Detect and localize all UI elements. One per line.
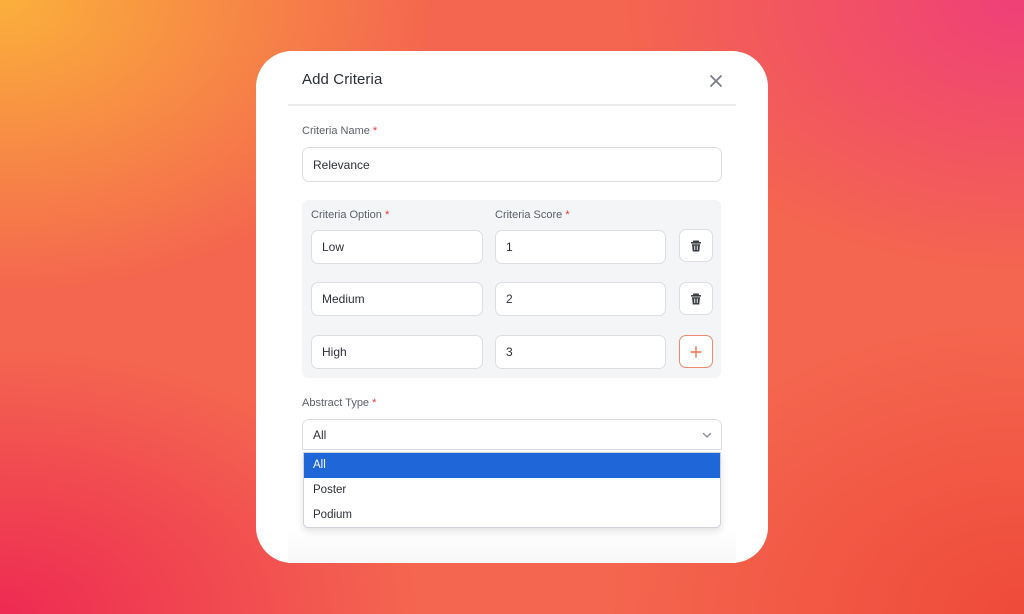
criteria-score-value: 2 bbox=[506, 292, 513, 306]
criteria-score-value: 1 bbox=[506, 240, 513, 254]
add-row-button[interactable] bbox=[679, 335, 713, 368]
dropdown-option-podium[interactable]: Podium bbox=[304, 503, 720, 527]
modal-title: Add Criteria bbox=[302, 71, 383, 88]
abstract-type-select[interactable]: All bbox=[302, 419, 722, 450]
trash-icon bbox=[691, 240, 701, 251]
close-icon bbox=[710, 75, 722, 87]
modal-footer bbox=[288, 529, 736, 563]
plus-icon bbox=[690, 345, 702, 358]
required-mark: * bbox=[372, 125, 378, 137]
abstract-type-selected-value: All bbox=[313, 427, 327, 442]
criteria-option-header: Criteria Option * bbox=[311, 209, 389, 221]
delete-row-button[interactable] bbox=[679, 282, 713, 315]
criteria-score-value: 3 bbox=[506, 345, 513, 359]
abstract-type-dropdown: All Poster Podium bbox=[303, 452, 721, 528]
criteria-score-header: Criteria Score * bbox=[495, 209, 570, 221]
header-divider bbox=[288, 104, 736, 106]
close-button[interactable] bbox=[706, 71, 726, 91]
required-mark: * bbox=[565, 209, 570, 221]
criteria-name-input[interactable]: Relevance bbox=[302, 147, 722, 182]
dropdown-option-all[interactable]: All bbox=[304, 453, 720, 478]
trash-icon bbox=[691, 293, 701, 304]
criteria-name-label: Criteria Name * bbox=[302, 125, 377, 137]
criteria-score-input[interactable]: 2 bbox=[495, 282, 666, 316]
abstract-type-label: Abstract Type * bbox=[302, 397, 376, 409]
abstract-type-label-text: Abstract Type bbox=[302, 397, 370, 409]
criteria-option-header-text: Criteria Option bbox=[311, 209, 382, 221]
criteria-score-input[interactable]: 3 bbox=[495, 335, 666, 369]
criteria-option-value: Medium bbox=[322, 292, 365, 306]
required-mark: * bbox=[384, 209, 390, 221]
criteria-name-value: Relevance bbox=[313, 157, 370, 172]
criteria-option-input[interactable]: High bbox=[311, 335, 483, 369]
criteria-score-header-text: Criteria Score bbox=[495, 209, 563, 221]
criteria-option-input[interactable]: Medium bbox=[311, 282, 483, 316]
criteria-option-value: High bbox=[322, 345, 347, 359]
criteria-name-label-text: Criteria Name bbox=[302, 125, 370, 137]
dropdown-option-poster[interactable]: Poster bbox=[304, 478, 720, 503]
criteria-option-input[interactable]: Low bbox=[311, 230, 483, 264]
criteria-score-input[interactable]: 1 bbox=[495, 230, 666, 264]
chevron-down-icon bbox=[702, 432, 712, 438]
required-mark: * bbox=[372, 397, 377, 409]
add-criteria-modal: Add Criteria Criteria Name * Relevance C… bbox=[256, 51, 768, 563]
delete-row-button[interactable] bbox=[679, 229, 713, 262]
criteria-option-value: Low bbox=[322, 240, 345, 254]
